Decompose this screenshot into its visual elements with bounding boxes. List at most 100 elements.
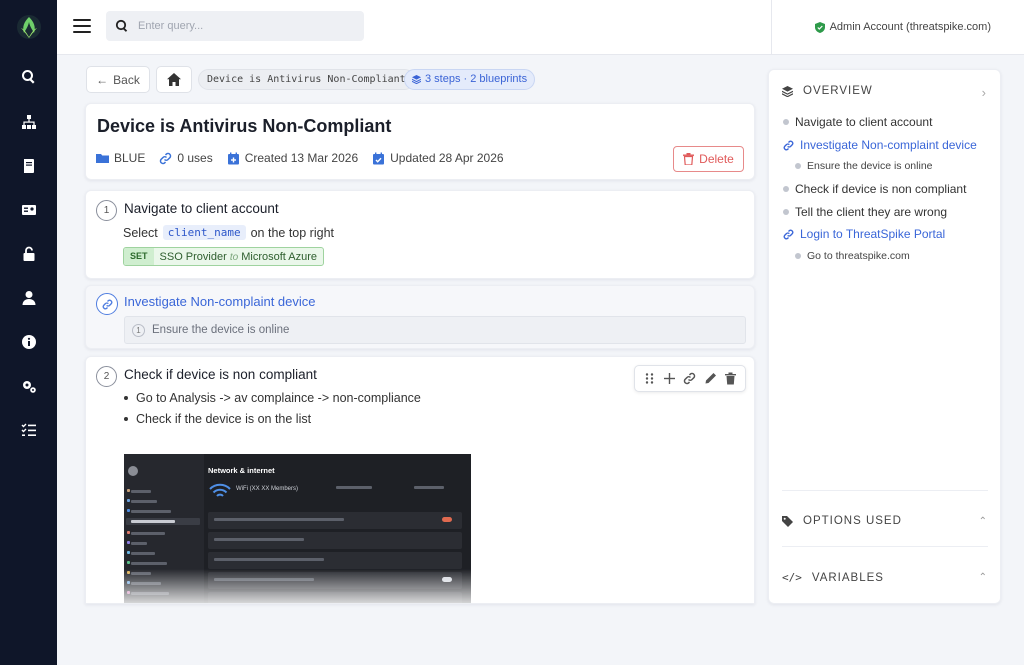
bullet-item: Go to Analysis -> av complaince -> non-c… xyxy=(124,391,421,405)
delete-button[interactable]: Delete xyxy=(673,146,744,172)
id-card-icon[interactable] xyxy=(19,200,39,220)
back-button[interactable]: ← Back xyxy=(86,66,150,93)
overview-item-blueprint[interactable]: Investigate Non-complaint device xyxy=(783,138,977,152)
layers-icon xyxy=(782,85,793,97)
book-icon[interactable] xyxy=(19,156,39,176)
set-key: SSO Provider xyxy=(159,250,227,263)
divider xyxy=(782,490,988,491)
blueprint-step-card[interactable]: Investigate Non-complaint device 1 Ensur… xyxy=(85,285,755,349)
edit-pencil-icon[interactable] xyxy=(704,372,717,385)
search-icon xyxy=(115,19,128,32)
step-toolbar xyxy=(634,365,746,392)
overview-subitem[interactable]: Go to threatspike.com xyxy=(795,250,910,262)
instruction-prefix: Select xyxy=(123,225,158,240)
overview-item-label: Check if device is non compliant xyxy=(795,182,967,196)
menu-icon[interactable] xyxy=(73,19,91,35)
page-title: Device is Antivirus Non-Compliant xyxy=(97,116,392,136)
overview-item[interactable]: Tell the client they are wrong xyxy=(783,205,947,219)
overview-item-label: Investigate Non-complaint device xyxy=(800,138,977,152)
search-icon[interactable] xyxy=(19,67,39,87)
add-icon[interactable] xyxy=(663,372,676,385)
step-title: Navigate to client account xyxy=(124,201,279,216)
top-bar xyxy=(57,0,771,55)
delete-label: Delete xyxy=(699,152,734,166)
settings-gears-icon[interactable] xyxy=(19,376,39,396)
network-icon[interactable] xyxy=(19,112,39,132)
overview-item-label: Login to ThreatSpike Portal xyxy=(800,227,946,241)
overview-item-label: Ensure the device is online xyxy=(807,160,933,172)
embedded-screenshot-image[interactable]: Network & internet WiFi (XX XX Members) xyxy=(124,454,471,603)
checklist-icon[interactable] xyxy=(19,420,39,440)
overview-item[interactable]: Navigate to client account xyxy=(783,115,932,129)
overview-subitem[interactable]: Ensure the device is online xyxy=(795,160,933,172)
updated-label: Updated 28 Apr 2026 xyxy=(390,151,504,165)
link-icon[interactable] xyxy=(683,372,696,385)
substep-number: 1 xyxy=(132,324,145,337)
shield-check-icon xyxy=(814,21,825,33)
chevron-right-icon[interactable]: › xyxy=(982,85,986,100)
chevron-up-icon[interactable]: ⌃ xyxy=(979,516,987,527)
options-heading: OPTIONS USED xyxy=(803,515,902,527)
screenshot-fade xyxy=(124,569,471,603)
folder-meta[interactable]: BLUE xyxy=(96,151,145,165)
screenshot-wifi-label: WiFi (XX XX Members) xyxy=(236,486,299,492)
user-icon[interactable] xyxy=(19,288,39,308)
chevron-up-icon[interactable]: ⌃ xyxy=(979,572,987,583)
drag-handle-icon[interactable] xyxy=(643,372,656,385)
trash-icon xyxy=(683,153,695,165)
account-label: Admin Account (threatspike.com) xyxy=(829,21,991,33)
created-label: Created 13 Mar 2026 xyxy=(244,151,359,165)
set-expression: SSO Provider to Microsoft Azure xyxy=(154,251,324,263)
uses-label: 0 uses xyxy=(177,151,213,165)
breadcrumb-current: Device is Antivirus Non-Compliant xyxy=(198,69,415,90)
overview-item[interactable]: Check if device is non compliant xyxy=(783,182,966,196)
calendar-check-icon xyxy=(373,152,385,164)
step-instruction: Select client_name on the top right xyxy=(123,225,334,240)
overview-header[interactable]: OVERVIEW xyxy=(782,85,873,97)
uses-meta: 0 uses xyxy=(159,151,213,165)
blueprint-title[interactable]: Investigate Non-complaint device xyxy=(124,294,316,309)
substep-title: Ensure the device is online xyxy=(152,324,290,336)
search-input[interactable] xyxy=(138,17,353,35)
steps-badge-label: 3 steps · 2 blueprints xyxy=(425,73,528,85)
overview-item-blueprint[interactable]: Login to ThreatSpike Portal xyxy=(783,227,945,241)
set-variable-chip[interactable]: SET SSO Provider to Microsoft Azure xyxy=(123,247,325,266)
link-icon xyxy=(160,152,172,164)
runbook-header-card: Device is Antivirus Non-Compliant BLUE 0… xyxy=(85,103,755,180)
variables-section[interactable]: </> VARIABLES xyxy=(782,571,884,584)
step-title: Check if device is non compliant xyxy=(124,367,317,382)
overview-item-label: Tell the client they are wrong xyxy=(795,205,948,219)
runbook-meta: BLUE 0 uses Created 13 Mar 2026 Updated … xyxy=(96,151,504,165)
home-button[interactable] xyxy=(156,66,192,93)
overview-item-label: Go to threatspike.com xyxy=(807,250,910,262)
home-icon xyxy=(167,73,181,86)
tag-icon xyxy=(782,515,793,527)
set-value: Microsoft Azure xyxy=(241,250,318,263)
search-box xyxy=(106,11,364,41)
set-label: SET xyxy=(124,248,154,265)
layers-icon xyxy=(412,75,421,84)
set-to: to xyxy=(229,251,239,263)
link-icon xyxy=(783,229,794,239)
info-icon[interactable] xyxy=(19,332,39,352)
step-bullets: Go to Analysis -> av complaince -> non-c… xyxy=(124,391,421,433)
overview-item-label: Navigate to client account xyxy=(795,115,933,129)
step-number: 1 xyxy=(96,200,117,221)
folder-label: BLUE xyxy=(114,151,146,165)
overview-heading: OVERVIEW xyxy=(803,85,873,97)
app-logo-icon[interactable] xyxy=(16,14,42,40)
updated-meta: Updated 28 Apr 2026 xyxy=(372,151,504,165)
instruction-suffix: on the top right xyxy=(250,225,335,240)
bullet-item: Check if the device is on the list xyxy=(124,412,421,426)
steps-badge[interactable]: 3 steps · 2 blueprints xyxy=(404,69,536,90)
link-icon xyxy=(783,140,794,150)
variables-heading: VARIABLES xyxy=(811,571,884,584)
sidebar xyxy=(0,0,57,665)
variable-chip[interactable]: client_name xyxy=(162,225,246,240)
options-used-section[interactable]: OPTIONS USED xyxy=(782,515,902,527)
trash-icon[interactable] xyxy=(724,372,737,385)
account-menu[interactable]: Admin Account (threatspike.com) xyxy=(814,21,991,33)
step-card-2[interactable]: 2 Check if device is non compliant Go to… xyxy=(85,356,755,604)
unlock-icon[interactable] xyxy=(19,244,39,264)
step-card-1[interactable]: 1 Navigate to client account Select clie… xyxy=(85,190,755,279)
